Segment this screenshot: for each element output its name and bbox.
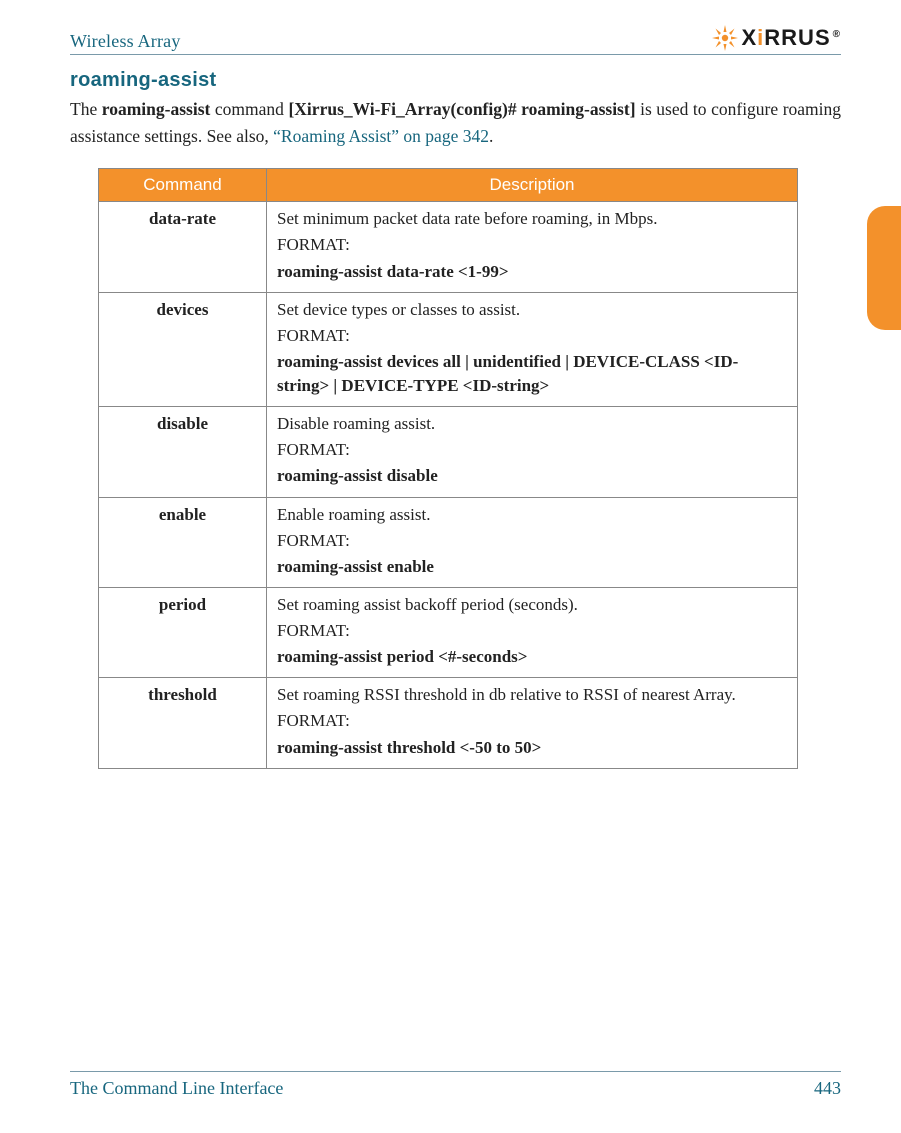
- intro-paragraph: The roaming-assist command [Xirrus_Wi-Fi…: [70, 96, 841, 150]
- desc-text: Set roaming RSSI threshold in db relativ…: [277, 683, 787, 707]
- intro-text: command: [210, 99, 288, 119]
- brand-logo: XiRRUS®: [711, 24, 841, 52]
- page-number: 443: [814, 1078, 841, 1099]
- cmd-description: Disable roaming assist. FORMAT: roaming-…: [267, 407, 798, 497]
- format-label: FORMAT:: [277, 529, 787, 553]
- logo-i: i: [757, 25, 764, 50]
- cmd-name: enable: [99, 497, 267, 587]
- intro-text: The: [70, 99, 102, 119]
- page-header: Wireless Array: [70, 24, 841, 55]
- table-row: enable Enable roaming assist. FORMAT: ro…: [99, 497, 798, 587]
- cmd-syntax: roaming-assist disable: [277, 464, 787, 488]
- intro-text: .: [489, 126, 493, 146]
- intro-command-name: roaming-assist: [102, 99, 211, 119]
- intro-prompt: [Xirrus_Wi-Fi_Array(config)# roaming-ass…: [288, 99, 635, 119]
- table-row: period Set roaming assist backoff period…: [99, 587, 798, 677]
- page-footer: The Command Line Interface 443: [70, 1071, 841, 1099]
- desc-text: Set roaming assist backoff period (secon…: [277, 593, 787, 617]
- command-table: Command Description data-rate Set minimu…: [98, 168, 798, 768]
- desc-text: Set device types or classes to assist.: [277, 298, 787, 322]
- format-label: FORMAT:: [277, 324, 787, 348]
- cmd-name: devices: [99, 292, 267, 407]
- cmd-name: period: [99, 587, 267, 677]
- page-edge-tab: [867, 206, 901, 330]
- cmd-syntax: roaming-assist period <#-seconds>: [277, 645, 787, 669]
- cmd-description: Enable roaming assist. FORMAT: roaming-a…: [267, 497, 798, 587]
- table-header-description: Description: [267, 169, 798, 202]
- registered-icon: ®: [833, 29, 841, 40]
- table-row: data-rate Set minimum packet data rate b…: [99, 202, 798, 292]
- desc-text: Enable roaming assist.: [277, 503, 787, 527]
- format-label: FORMAT:: [277, 438, 787, 462]
- table-row: threshold Set roaming RSSI threshold in …: [99, 678, 798, 768]
- cmd-syntax: roaming-assist data-rate <1-99>: [277, 260, 787, 284]
- format-label: FORMAT:: [277, 709, 787, 733]
- cmd-name: threshold: [99, 678, 267, 768]
- cross-reference-link[interactable]: “Roaming Assist” on page 342: [273, 126, 489, 146]
- spark-icon: [711, 24, 739, 52]
- cmd-name: data-rate: [99, 202, 267, 292]
- format-label: FORMAT:: [277, 233, 787, 257]
- format-label: FORMAT:: [277, 619, 787, 643]
- section-heading: roaming-assist: [70, 69, 841, 92]
- cmd-description: Set device types or classes to assist. F…: [267, 292, 798, 407]
- table-header-command: Command: [99, 169, 267, 202]
- footer-section: The Command Line Interface: [70, 1078, 283, 1099]
- cmd-description: Set roaming RSSI threshold in db relativ…: [267, 678, 798, 768]
- cmd-syntax: roaming-assist threshold <-50 to 50>: [277, 736, 787, 760]
- desc-text: Disable roaming assist.: [277, 412, 787, 436]
- cmd-syntax: roaming-assist devices all | unidentifie…: [277, 350, 787, 398]
- cmd-syntax: roaming-assist enable: [277, 555, 787, 579]
- cmd-name: disable: [99, 407, 267, 497]
- cmd-description: Set minimum packet data rate before roam…: [267, 202, 798, 292]
- table-row: disable Disable roaming assist. FORMAT: …: [99, 407, 798, 497]
- table-row: devices Set device types or classes to a…: [99, 292, 798, 407]
- header-title: Wireless Array: [70, 31, 181, 52]
- logo-text: XiRRUS®: [741, 25, 841, 51]
- desc-text: Set minimum packet data rate before roam…: [277, 207, 787, 231]
- cmd-description: Set roaming assist backoff period (secon…: [267, 587, 798, 677]
